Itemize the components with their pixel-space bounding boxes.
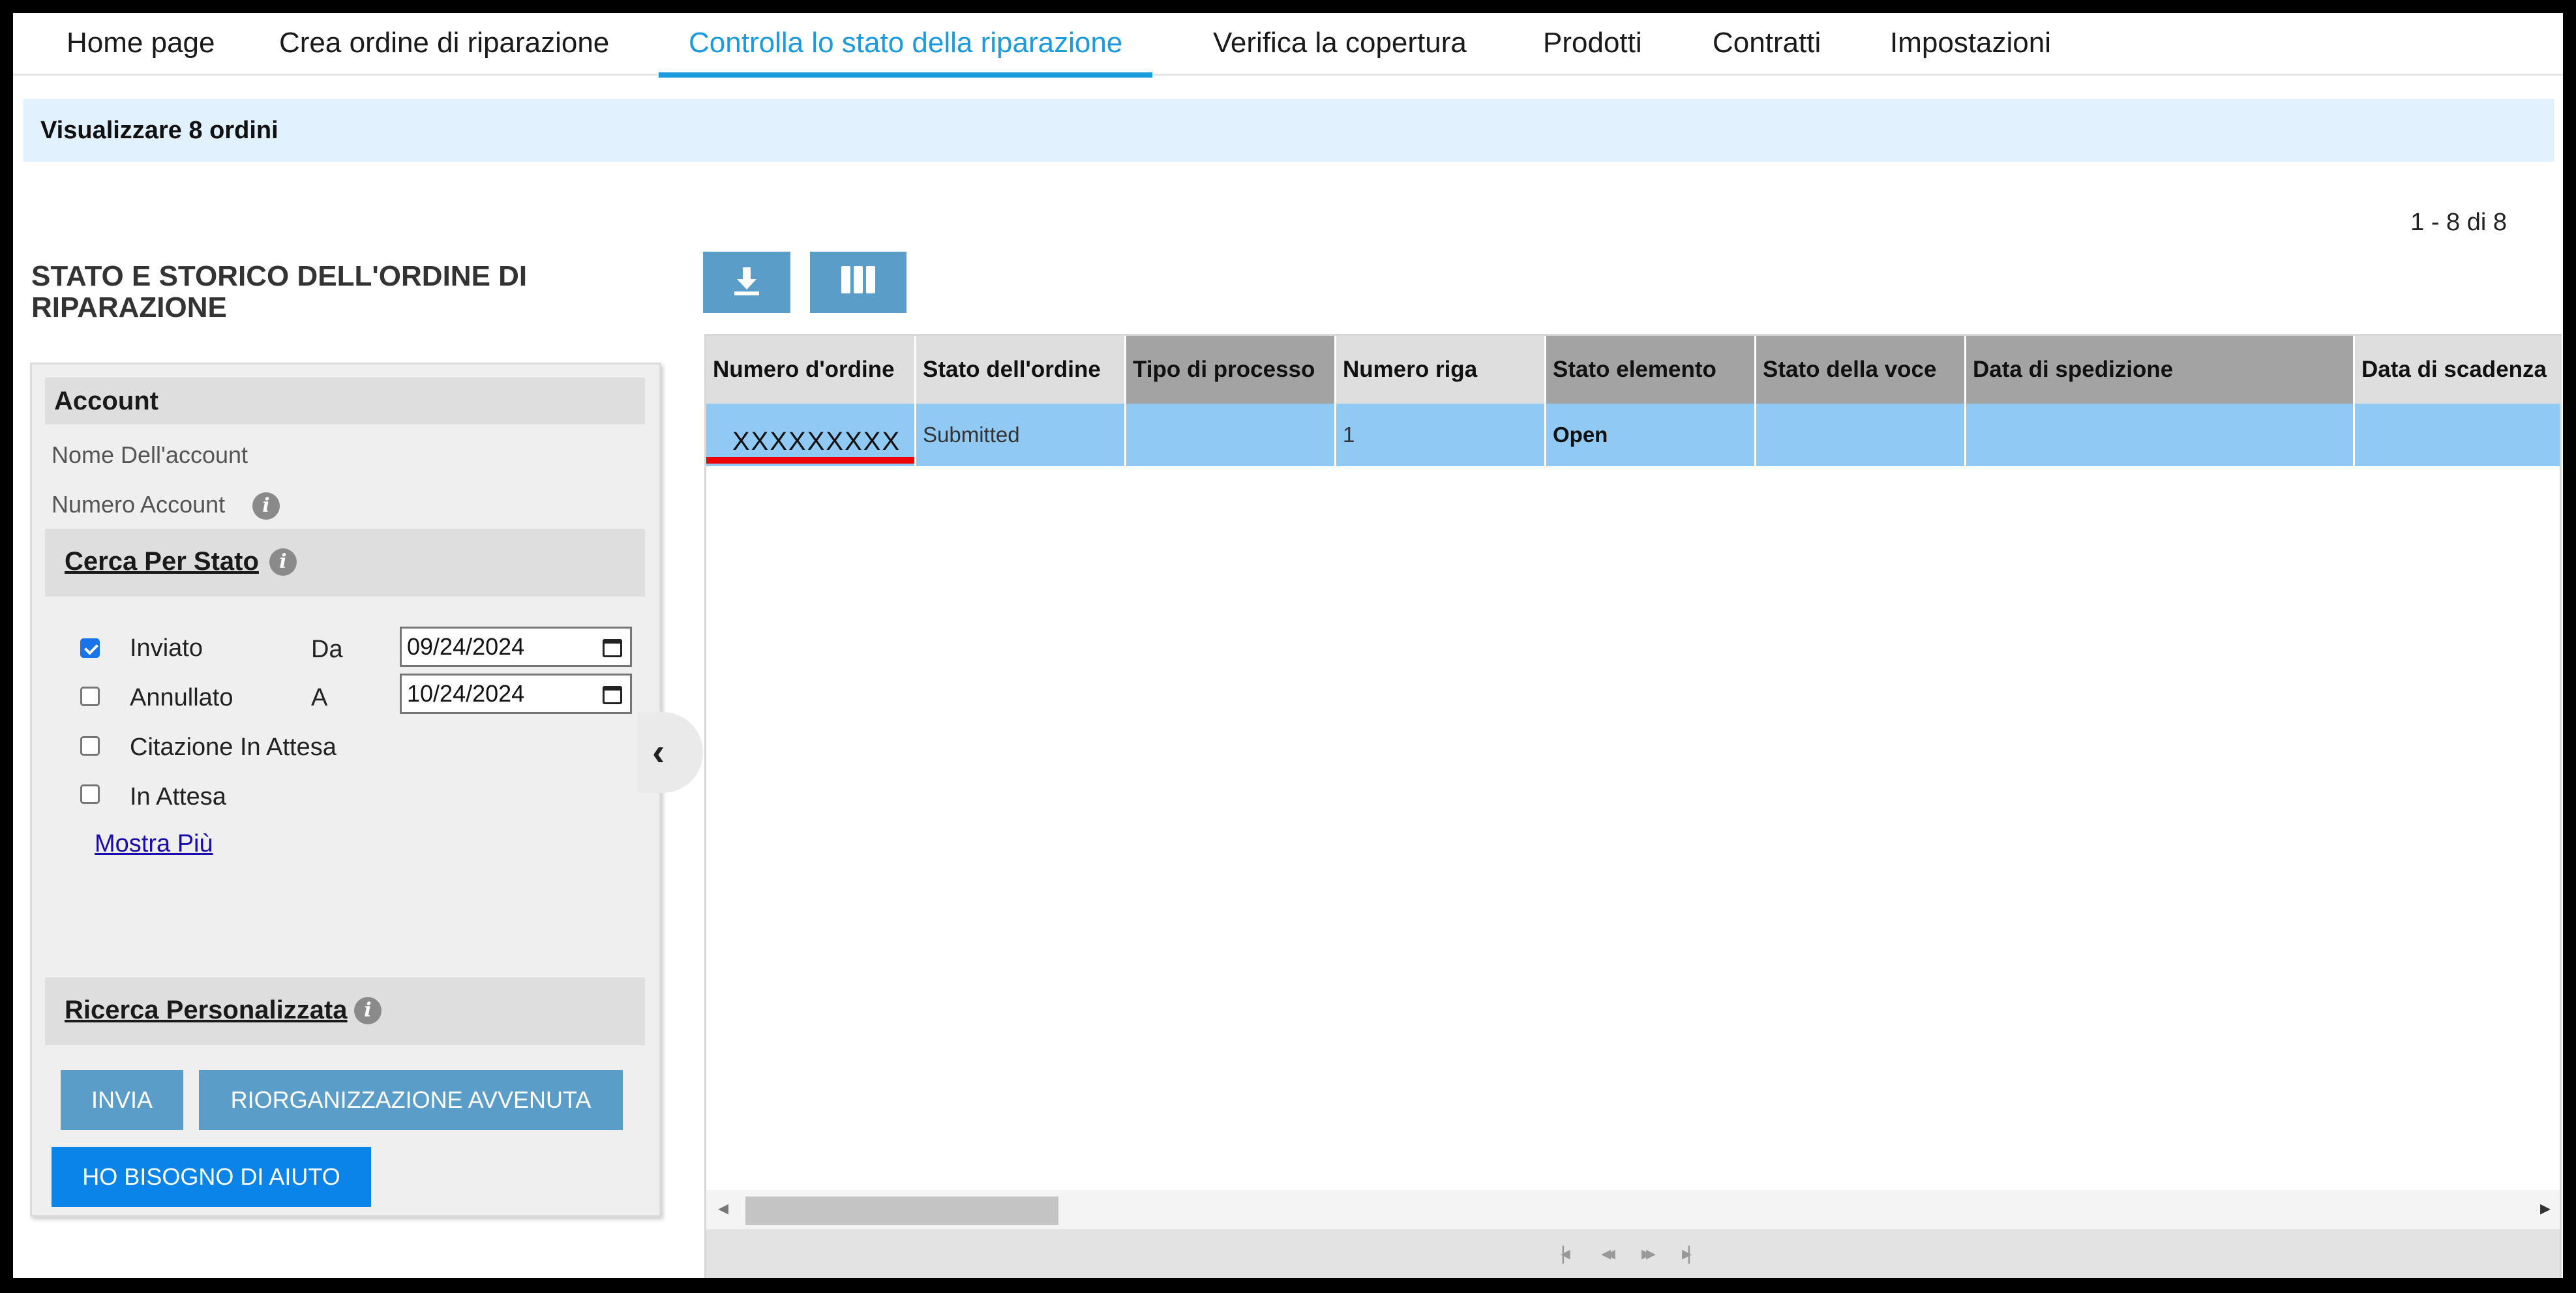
table-row[interactable]: XXXXXXXXX Submitted 1 Open [706,404,2563,466]
submit-button[interactable]: INVIA [61,1070,183,1130]
scroll-right-icon[interactable]: ▸ [2540,1195,2551,1220]
app-frame: Home page Crea ordine di riparazione Con… [13,13,2563,1278]
scroll-left-icon[interactable]: ◂ [718,1195,728,1220]
nav-create-repair-order[interactable]: Crea ordine di riparazione [279,13,609,76]
show-more-link[interactable]: Mostra Più [95,830,213,858]
calendar-icon[interactable] [603,686,622,704]
cell-order-status: Submitted [916,404,1126,466]
grid-pagination: |◂ ◂◂ ▸▸ ▸| [706,1229,2560,1278]
download-button[interactable] [703,252,790,313]
orders-grid: Numero d'ordine Stato dell'ordine Tipo d… [704,334,2563,1278]
order-number-highlight[interactable]: XXXXXXXXX [706,404,914,464]
cell-ship-date [1966,404,2355,466]
col-header-line-number[interactable]: Numero riga [1336,336,1546,404]
checkbox-citazione-in-attesa[interactable] [80,736,100,756]
nav-products[interactable]: Prodotti [1543,13,1642,76]
account-name-label: Nome Dell'account [52,441,248,468]
account-number-label: Numero Account [52,491,226,518]
nav-contracts[interactable]: Contratti [1713,13,1821,76]
filter-panel: Account Nome Dell'account Numero Account… [30,363,661,1217]
nav-settings[interactable]: Impostazioni [1890,13,2051,76]
prev-page-icon[interactable]: ◂◂ [1601,1242,1615,1265]
collapse-panel-button[interactable]: ‹ [638,712,703,793]
checkbox-in-attesa-label: In Attesa [130,783,226,810]
scrollbar-thumb[interactable] [745,1196,1058,1225]
chevron-left-icon: ‹ [652,731,665,773]
cell-item-state [1756,404,1966,466]
col-header-ship-date[interactable]: Data di spedizione [1966,336,2355,404]
pager-count: 1 - 8 di 8 [2410,209,2507,236]
status-search-header: Cerca Per Stato i [45,529,645,597]
status-search-info-icon[interactable]: i [269,548,297,576]
account-section-header: Account [45,378,645,424]
col-header-order-number[interactable]: Numero d'ordine [706,336,916,404]
status-search-heading[interactable]: Cerca Per Stato [65,547,259,576]
top-nav: Home page Crea ordine di riparazione Con… [13,13,2563,78]
date-from-input[interactable]: 09/24/2024 [400,627,632,667]
checkbox-in-attesa[interactable] [80,784,100,804]
checkbox-annullato-label: Annullato [130,684,233,711]
nav-check-repair-status[interactable]: Controlla lo stato della riparazione [658,13,1153,78]
cell-item-status: Open [1546,404,1756,466]
date-from-label: Da [311,636,343,663]
cell-line-number: 1 [1336,404,1546,466]
nav-verify-coverage[interactable]: Verifica la copertura [1213,13,1467,76]
grid-header: Numero d'ordine Stato dell'ordine Tipo d… [706,336,2563,404]
columns-icon [810,265,906,303]
date-to-input[interactable]: 10/24/2024 [400,674,632,714]
cell-due-date [2355,404,2563,466]
cell-order-number: XXXXXXXXX [706,404,916,466]
download-icon [703,265,790,305]
account-heading: Account [54,387,158,415]
nav-home[interactable]: Home page [67,13,215,76]
checkbox-citazione-in-attesa-label: Citazione In Attesa [130,734,337,761]
date-from-value: 09/24/2024 [407,633,525,660]
date-to-value: 10/24/2024 [407,680,525,707]
next-page-icon[interactable]: ▸▸ [1641,1242,1656,1265]
col-header-item-status[interactable]: Stato elemento [1546,336,1756,404]
reset-button[interactable]: RIORGANIZZAZIONE AVVENUTA [199,1070,623,1130]
help-button[interactable]: HO BISOGNO DI AIUTO [52,1147,371,1207]
custom-search-header: Ricerca Personalizzata i [45,977,645,1045]
col-header-process-type[interactable]: Tipo di processo [1126,336,1336,404]
custom-search-heading[interactable]: Ricerca Personalizzata [65,996,348,1025]
page-title: STATO E STORICO DELL'ORDINE DI RIPARAZIO… [31,260,528,323]
col-header-order-status[interactable]: Stato dell'ordine [916,336,1126,404]
checkbox-annullato[interactable] [80,687,100,706]
columns-button[interactable] [810,252,906,313]
col-header-due-date[interactable]: Data di scadenza [2355,336,2563,404]
order-number-value: XXXXXXXXX [732,427,901,456]
cell-process-type [1126,404,1336,466]
date-to-label: A [311,684,328,711]
first-page-icon[interactable]: |◂ [1561,1242,1570,1265]
checkbox-inviato-label: Inviato [130,634,203,662]
account-number-info-icon[interactable]: i [252,492,280,520]
checkbox-inviato[interactable] [80,638,100,658]
results-banner: Visualizzare 8 ordini [23,99,2554,162]
last-page-icon[interactable]: ▸| [1682,1242,1692,1265]
horizontal-scrollbar[interactable]: ◂ ▸ [706,1190,2560,1229]
col-header-item-state[interactable]: Stato della voce [1756,336,1966,404]
custom-search-info-icon[interactable]: i [354,997,382,1024]
calendar-icon[interactable] [603,639,622,657]
